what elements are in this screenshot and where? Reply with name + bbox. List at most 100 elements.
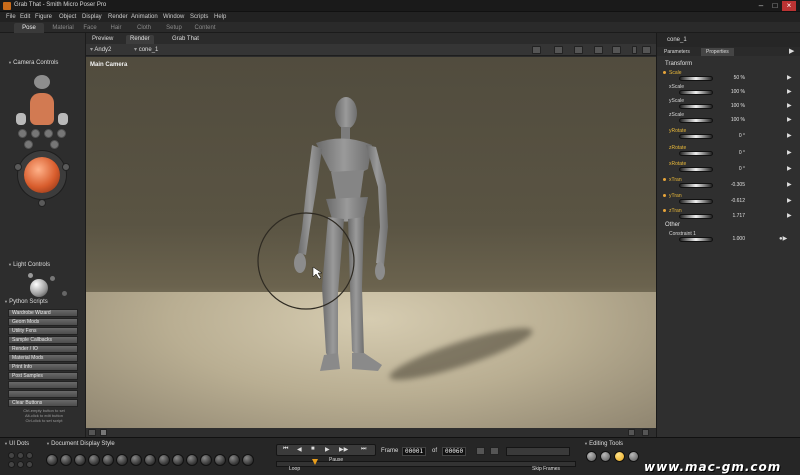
camera-body-icon[interactable] [30,93,54,125]
display-style-ball[interactable] [214,454,226,466]
total-frames-field[interactable]: 00060 [442,447,467,456]
parameter-dial[interactable] [679,118,713,123]
display-style-ball[interactable] [130,454,142,466]
display-style-ball[interactable] [60,454,72,466]
parameter-dial[interactable] [679,76,713,81]
tab-properties[interactable]: Properties [701,48,734,56]
room-tab-hair[interactable]: Hair [106,23,126,33]
figure-left-arm[interactable] [298,145,322,255]
group-other[interactable]: Other [665,222,680,228]
param-yscale[interactable]: yScale 100 % ▶ [657,98,800,112]
display-style-ball[interactable] [172,454,184,466]
loop-toggle[interactable]: Loop [289,466,300,472]
display-style-ball[interactable] [144,454,156,466]
display-style-ball[interactable] [158,454,170,466]
timeline-scrubber[interactable] [312,459,318,465]
param-menu-icon[interactable]: ▶ [787,132,792,139]
param-value[interactable]: -0.305 [717,182,745,188]
camera-rotate-icon[interactable] [31,129,40,138]
area-render-icon[interactable] [554,46,563,54]
menu-file[interactable]: File [6,14,16,20]
quick-render-icon[interactable] [88,429,96,436]
minimize-button[interactable]: – [754,1,768,11]
skip-frames-toggle[interactable]: Skip Frames [532,466,560,472]
camera-trackball[interactable] [24,157,60,193]
room-tab-content[interactable]: Content [190,23,220,33]
figure-chest[interactable] [316,138,372,176]
python-button-9[interactable] [8,381,78,389]
display-style-ball[interactable] [200,454,212,466]
actor-select[interactable]: cone_1 [134,46,159,54]
figure-select[interactable]: Andy2 [90,46,111,54]
param-value[interactable]: 100 % [717,117,745,123]
menu-scripts[interactable]: Scripts [190,14,208,20]
param-value[interactable]: -0.612 [717,198,745,204]
ui-dot[interactable] [8,461,15,468]
param-value[interactable]: 100 % [717,89,745,95]
param-xscale[interactable]: xScale 100 % ▶ [657,84,800,98]
param-menu-icon[interactable]: ▶ [787,181,792,188]
keyframe-navigation[interactable] [506,447,570,456]
room-tab-cloth[interactable]: Cloth [132,23,156,33]
param-value[interactable]: 1.717 [717,213,745,219]
python-button-2[interactable]: Geom Mods [8,318,78,326]
resize-icon[interactable] [642,429,649,436]
param-ytran[interactable]: yTran -0.612 ▶ [657,193,800,207]
camera-zoom-icon[interactable] [44,129,53,138]
menu-animation[interactable]: Animation [131,14,158,20]
parameter-dial[interactable] [679,151,713,156]
figure-left-foot[interactable] [320,353,340,371]
play-icon[interactable]: ▶ [325,446,330,453]
document-viewport[interactable]: Main Camera [86,57,656,428]
figure-right-leg[interactable] [348,217,364,357]
parameter-dial[interactable] [679,134,713,139]
python-button-1[interactable]: Wardrobe Wizard [8,309,78,317]
display-style-ball[interactable] [46,454,58,466]
timeline-slider[interactable] [276,461,576,467]
maximize-button[interactable]: □ [768,1,782,11]
python-button-10[interactable] [8,390,78,398]
param-constraint-1[interactable]: Constraint 1 1.000 ●▶ [657,231,800,245]
python-button-3[interactable]: Utility Fxns [8,327,78,335]
param-scale[interactable]: Scale 50 % ▶ [657,70,800,84]
param-value[interactable]: 0 ° [717,133,745,139]
display-style-ball[interactable] [186,454,198,466]
param-value[interactable]: 0 ° [717,150,745,156]
ui-dots-title[interactable]: UI Dots [4,441,29,447]
menu-object[interactable]: Object [59,14,76,20]
display-style-icon[interactable] [100,429,107,436]
tab-preview[interactable]: Preview [88,35,117,44]
menu-edit[interactable]: Edit [20,14,30,20]
twist-tool-icon[interactable] [600,451,611,462]
room-tab-face[interactable]: Face [80,23,100,33]
go-to-end-icon[interactable]: ⏭ [361,446,366,453]
figure-right-hand[interactable] [375,262,385,280]
param-menu-icon[interactable]: ▶ [787,102,792,109]
menu-help[interactable]: Help [214,14,226,20]
param-value[interactable]: 1.000 [717,236,745,242]
menu-render[interactable]: Render [108,14,128,20]
display-style-ball[interactable] [102,454,114,466]
param-zrotate[interactable]: zRotate 0 ° ▶ [657,145,800,159]
menu-figure[interactable]: Figure [35,14,52,20]
editing-tools-title[interactable]: Editing Tools [584,441,623,447]
room-tab-setup[interactable]: Setup [162,23,186,33]
menu-window[interactable]: Window [163,14,184,20]
display-style-ball[interactable] [116,454,128,466]
add-keyframe-icon[interactable] [476,447,485,455]
panel-menu-icon[interactable]: ▶ [789,47,794,55]
camera-controls-title[interactable]: Camera Controls [8,60,58,66]
parameter-dial[interactable] [679,237,713,242]
room-tab-material[interactable]: Material [48,23,78,33]
python-clear-buttons[interactable]: Clear Buttons [8,399,78,407]
camera-move-icon[interactable] [18,129,27,138]
tab-render[interactable]: Render [126,35,154,44]
tab-parameters[interactable]: Parameters [659,48,695,56]
python-button-8[interactable]: Post Samples [8,372,78,380]
room-tab-pose[interactable]: Pose [14,23,44,33]
stop-icon[interactable]: ■ [311,446,315,452]
param-menu-icon[interactable]: ▶ [787,149,792,156]
ui-dot[interactable] [8,452,15,459]
parameter-dial[interactable] [679,90,713,95]
param-menu-icon[interactable]: ▶ [787,165,792,172]
